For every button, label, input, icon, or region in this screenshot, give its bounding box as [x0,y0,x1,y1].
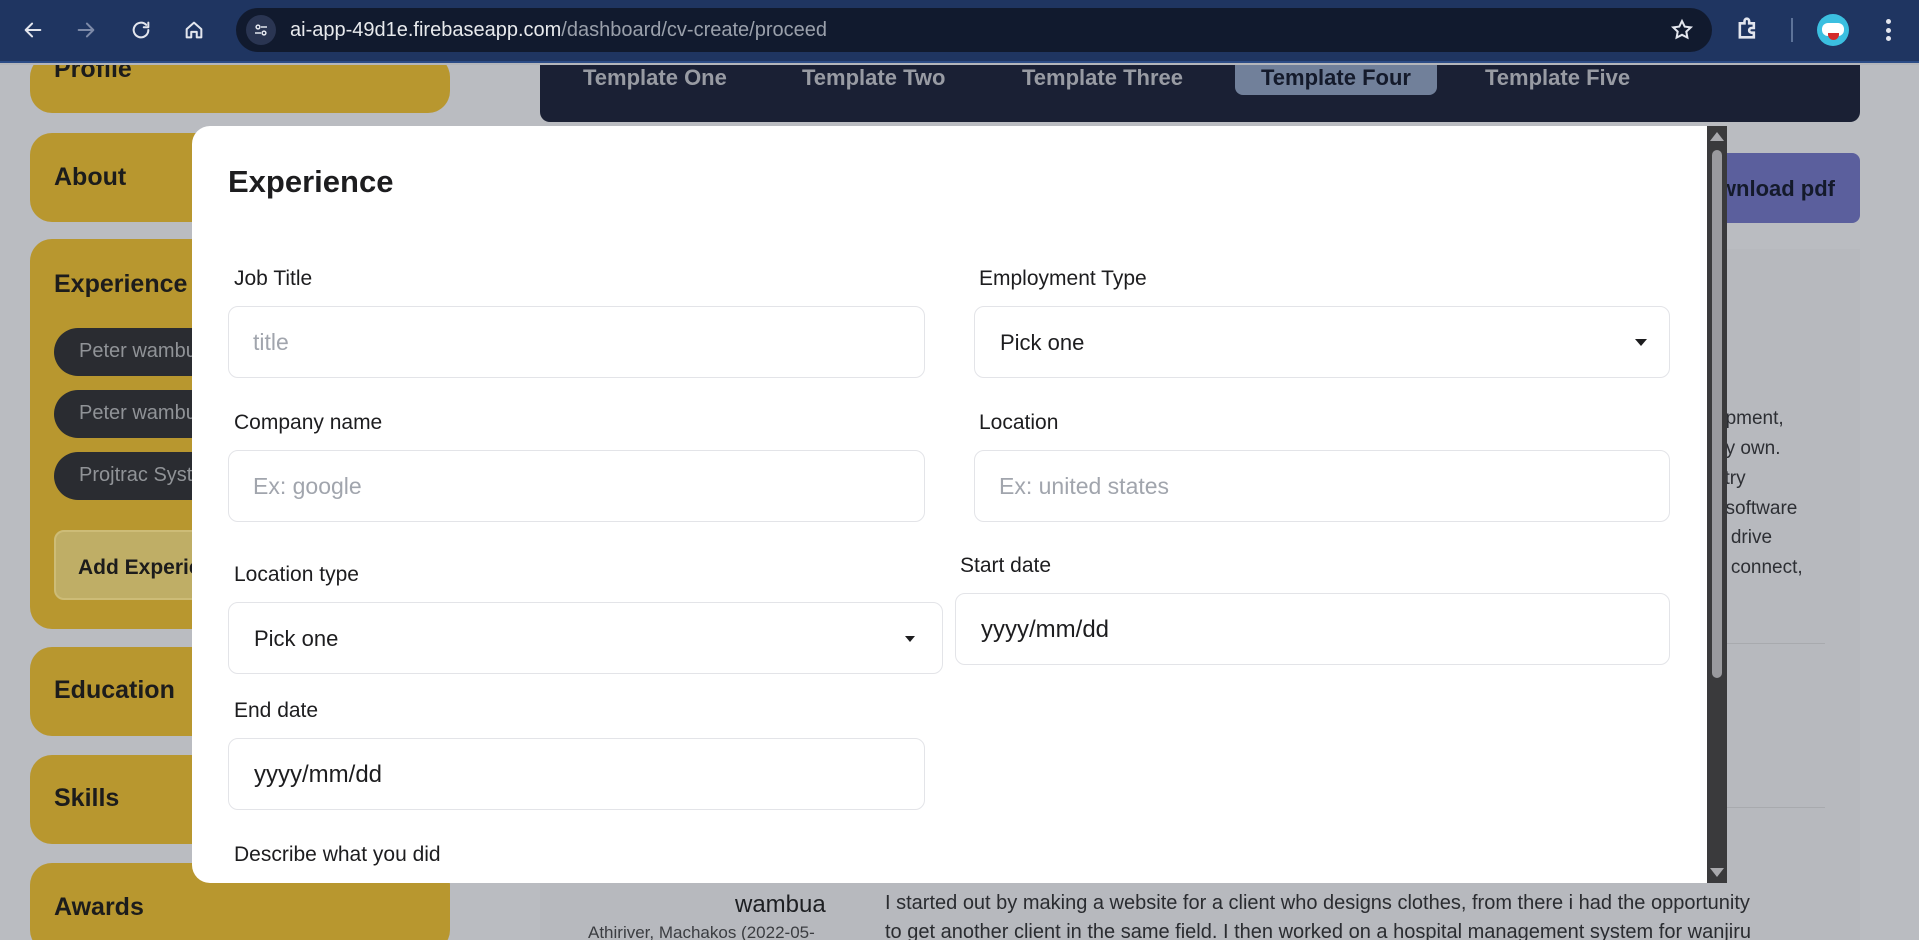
back-icon [24,22,42,38]
extensions-button[interactable] [1734,14,1764,44]
home-icon [185,21,203,39]
scroll-up-arrow-icon[interactable] [1710,132,1724,141]
reload-button[interactable] [121,12,161,48]
profile-avatar[interactable] [1817,14,1849,46]
preview-text-fragment: o connect, [1715,557,1803,578]
back-button[interactable] [13,12,53,48]
sidebar-experience-label: Experience [54,270,188,298]
url-text: ai-app-49d1e.firebaseapp.com/dashboard/c… [290,19,827,42]
url-host: ai-app-49d1e.firebaseapp.com [290,19,562,41]
end-date-label: End date [234,699,319,722]
sidebar-profile-label: Profile [54,65,132,83]
chevron-down-icon [905,636,915,642]
tab-template-three[interactable]: Template Three [1022,65,1183,95]
site-info-icon [255,24,267,36]
forward-icon [77,22,95,38]
preview-name: wambua [735,891,826,918]
company-name-label: Company name [234,411,383,434]
job-title-input[interactable] [229,307,924,377]
site-info-button[interactable] [246,15,276,45]
bookmark-star-icon [1670,18,1694,40]
address-bar[interactable]: ai-app-49d1e.firebaseapp.com/dashboard/c… [236,8,1712,52]
start-date-value: yyyy/mm/dd [981,616,1110,643]
sidebar-education-label: Education [54,676,175,704]
sidebar-skills-label: Skills [54,784,120,812]
forward-button[interactable] [66,12,106,48]
description-label: Describe what you did [234,843,441,866]
sidebar-about-label: About [54,163,127,191]
job-title-field [228,306,925,378]
company-name-field [228,450,925,522]
modal-scrollbar[interactable] [1707,126,1727,883]
preview-divider [1725,643,1825,644]
end-date-value: yyyy/mm/dd [254,761,383,788]
tab-template-four[interactable]: Template Four [1235,65,1437,95]
tab-template-two[interactable]: Template Two [802,65,945,95]
location-field [974,450,1670,522]
chevron-down-icon [1635,339,1647,346]
preview-text-fragment: f software [1715,498,1798,519]
preview-divider [1725,807,1825,808]
company-name-input[interactable] [229,451,924,521]
location-type-label: Location type [234,563,359,586]
start-date-input[interactable]: yyyy/mm/dd [955,593,1670,665]
preview-location: Athiriver, Machakos (2022-05- [588,923,815,940]
url-path: /dashboard/cv-create/proceed [561,19,828,41]
sidebar-item-profile[interactable]: Profile [30,65,450,113]
experience-modal: Experience Job Title Employment Type Pic… [192,126,1727,883]
tab-template-one[interactable]: Template One [583,65,727,95]
employment-type-value: Pick one [1000,330,1085,355]
start-date-label: Start date [960,554,1052,577]
end-date-input[interactable]: yyyy/mm/dd [228,738,925,810]
scrollbar-thumb[interactable] [1712,150,1722,678]
toolbar-divider [1791,18,1793,42]
modal-title: Experience [228,164,394,199]
employment-type-label: Employment Type [979,267,1147,290]
avatar-mouth [1828,33,1839,40]
home-button[interactable] [174,12,214,48]
menu-icon[interactable] [1878,16,1898,44]
preview-description-line: I started out by making a website for a … [885,892,1750,914]
location-label: Location [979,411,1059,434]
preview-description-line: to get another client in the same field.… [885,921,1752,940]
scroll-down-arrow-icon[interactable] [1710,868,1724,877]
location-type-select[interactable]: Pick one [228,602,943,674]
sidebar-awards-label: Awards [54,893,144,921]
extensions-icon [1738,17,1756,39]
reload-icon [132,21,150,39]
bookmark-button[interactable] [1670,18,1694,42]
template-tabs: Template One Template Two Template Three… [540,65,1860,122]
location-input[interactable] [975,451,1669,521]
tab-template-five[interactable]: Template Five [1485,65,1630,95]
location-type-value: Pick one [254,626,339,651]
browser-toolbar: ai-app-49d1e.firebaseapp.com/dashboard/c… [0,0,1919,63]
employment-type-select[interactable]: Pick one [974,306,1670,378]
job-title-label: Job Title [234,267,313,290]
